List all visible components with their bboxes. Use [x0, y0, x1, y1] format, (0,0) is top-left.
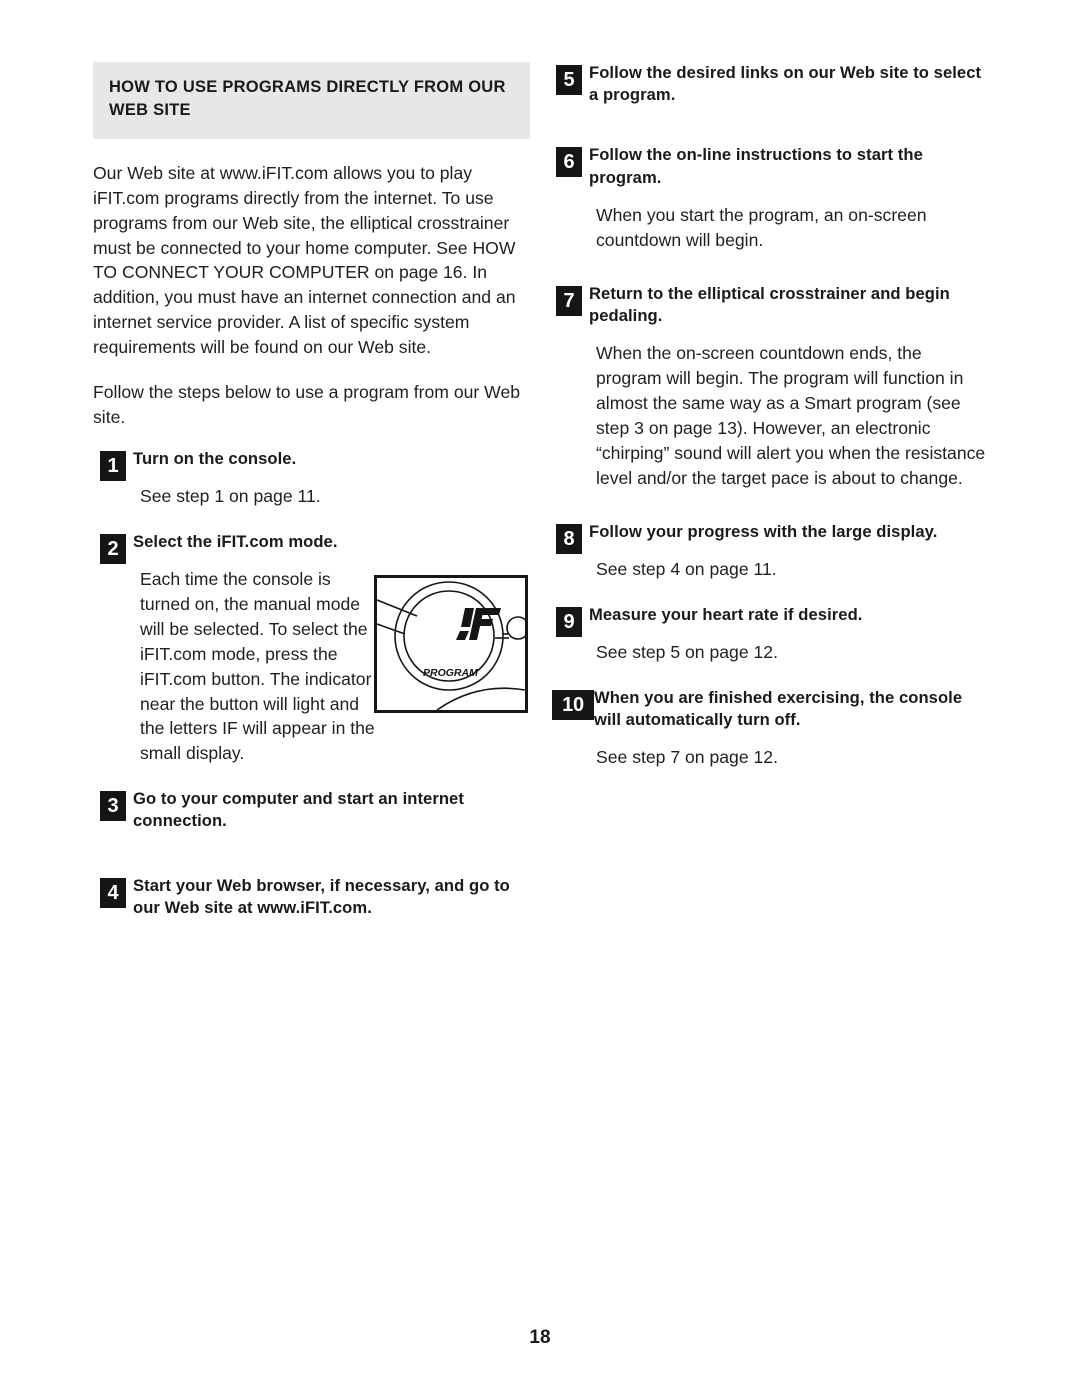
- step-title: Measure your heart rate if desired.: [589, 604, 863, 624]
- step-number-badge: 7: [556, 285, 582, 316]
- step-8: 8 Follow your progress with the large di…: [549, 521, 986, 554]
- step-9-body: See step 5 on page 12.: [596, 641, 778, 662]
- page-title: HOW TO USE PROGRAMS DIRECTLY FROM OUR WE…: [109, 78, 506, 120]
- step-10: 10 When you are finished exercising, the…: [549, 687, 986, 731]
- step-7-body: When the on-screen countdown ends, the p…: [596, 343, 986, 488]
- step-number-badge: 5: [556, 65, 582, 95]
- step-4: 4 Start your Web browser, if necessary, …: [93, 875, 530, 919]
- step-7: 7 Return to the elliptical crosstrainer …: [549, 283, 986, 327]
- left-column: HOW TO USE PROGRAMS DIRECTLY FROM OUR WE…: [93, 62, 530, 925]
- step-number-badge: 2: [100, 533, 126, 564]
- step-2-body: Each time the console is turned on, the …: [140, 569, 375, 764]
- step-title: When you are finished exercising, the co…: [594, 687, 963, 730]
- step-3: 3 Go to your computer and start an inter…: [93, 788, 530, 832]
- intro-paragraph: Our Web site at www.iFIT.com allows you …: [93, 162, 516, 358]
- section-header-band: HOW TO USE PROGRAMS DIRECTLY FROM OUR WE…: [93, 62, 530, 139]
- right-column: 5 Follow the desired links on our Web si…: [549, 62, 986, 792]
- page-number: 18: [529, 1327, 551, 1348]
- step-title: Follow the desired links on our Web site…: [589, 63, 982, 105]
- step-number-badge: 3: [100, 791, 126, 822]
- step-number-badge: 6: [556, 147, 582, 178]
- step-title: Select the iFIT.com mode.: [133, 531, 338, 551]
- step-2: 2 Select the iFIT.com mode.: [93, 531, 530, 564]
- step-number-badge: 4: [100, 877, 126, 908]
- step-1-body: See step 1 on page 11.: [140, 485, 321, 506]
- step-6: 6 Follow the on-line instructions to sta…: [549, 144, 986, 188]
- step-number-badge: 9: [556, 606, 582, 637]
- step-title: Turn on the console.: [133, 448, 297, 468]
- step-6-body: When you start the program, an on-screen…: [596, 204, 927, 250]
- step-1: 1 Turn on the console.: [93, 448, 530, 481]
- step-title: Go to your computer and start an interne…: [133, 789, 464, 831]
- console-magnifier-drawing: PROGRAM: [377, 581, 525, 711]
- step-title: Follow your progress with the large disp…: [589, 521, 938, 541]
- step-9: 9 Measure your heart rate if desired.: [549, 604, 986, 637]
- step-number-badge: 10: [552, 689, 594, 720]
- program-label-text: PROGRAM: [423, 667, 478, 679]
- step-10-body: See step 7 on page 12.: [596, 747, 778, 768]
- step-number-badge: 1: [100, 450, 126, 481]
- step-5: 5 Follow the desired links on our Web si…: [549, 62, 986, 106]
- step-8-body: See step 4 on page 11.: [596, 558, 777, 579]
- step-number-badge: 8: [556, 523, 582, 554]
- step-title: Follow the on-line instructions to start…: [589, 145, 923, 187]
- lead-in-paragraph: Follow the steps below to use a program …: [93, 381, 521, 427]
- manual-page: HOW TO USE PROGRAMS DIRECTLY FROM OUR WE…: [0, 0, 1080, 1397]
- step-title: Return to the elliptical crosstrainer an…: [589, 283, 950, 325]
- step-title: Start your Web browser, if necessary, an…: [133, 875, 510, 917]
- step-2-figure-row: Each time the console is turned on, the …: [93, 567, 530, 766]
- console-display-illustration: PROGRAM: [374, 575, 528, 714]
